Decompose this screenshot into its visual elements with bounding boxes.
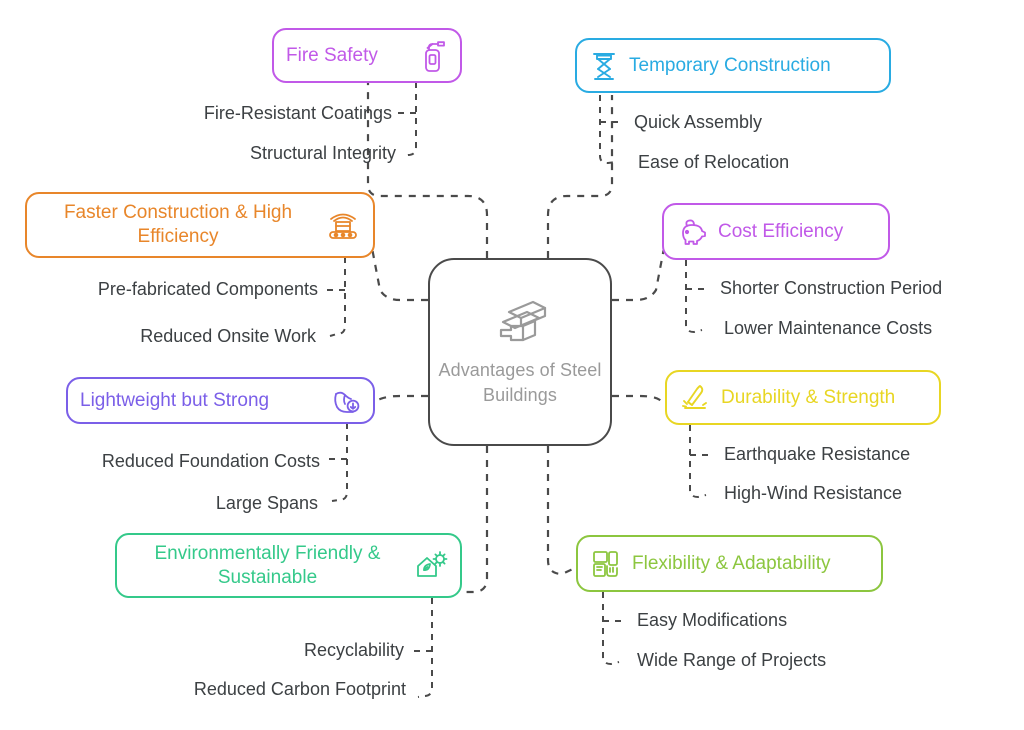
sub-item: Reduced Onsite Work bbox=[140, 326, 316, 346]
sub-item: Wide Range of Projects bbox=[637, 650, 827, 670]
branch-lightweight-but-strong-label: Lightweight but Strong bbox=[80, 389, 270, 411]
sub-item: Structural Integrity bbox=[249, 143, 396, 163]
center-node[interactable]: Advantages of Steel Buildings bbox=[428, 258, 612, 446]
branch-environmentally-friendly[interactable]: Environmentally Friendly & Sustainable bbox=[115, 533, 462, 598]
center-label: Advantages of Steel Buildings bbox=[438, 360, 602, 405]
branch-temporary-construction-label: Temporary Construction bbox=[629, 54, 831, 76]
eco-house-leaf-icon bbox=[414, 549, 448, 583]
scissor-lift-icon bbox=[589, 49, 619, 83]
branch-durability-strength[interactable]: Durability & Strength bbox=[665, 370, 941, 425]
sub-item: Shorter Construction Period bbox=[720, 278, 943, 298]
mindmap-canvas: Advantages of Steel Buildings Fire Safet… bbox=[0, 0, 1024, 730]
sub-item: Fire-Resistant Coatings bbox=[203, 103, 392, 123]
branch-environmentally-friendly-label: Environmentally Friendly & Sustainable bbox=[154, 542, 381, 588]
branch-durability-strength-label: Durability & Strength bbox=[721, 386, 896, 408]
branch-flexibility-adaptability[interactable]: Flexibility & Adaptability bbox=[576, 535, 883, 592]
piggy-bank-icon bbox=[676, 217, 708, 247]
branch-fire-safety[interactable]: Fire Safety bbox=[272, 28, 462, 83]
sub-item: Easy Modifications bbox=[637, 610, 788, 630]
branch-faster-construction-label: Faster Construction & High Efficiency bbox=[63, 202, 293, 247]
fire-extinguisher-icon bbox=[418, 39, 448, 73]
branch-faster-construction[interactable]: Faster Construction & High Efficiency bbox=[25, 192, 375, 258]
branch-lightweight-but-strong[interactable]: Lightweight but Strong bbox=[66, 377, 375, 424]
sub-item: Lower Maintenance Costs bbox=[724, 318, 933, 338]
branch-fire-safety-label: Fire Safety bbox=[286, 44, 378, 66]
sub-item: Pre-fabricated Components bbox=[97, 279, 318, 299]
flexed-bicep-icon bbox=[329, 386, 361, 416]
branch-temporary-construction[interactable]: Temporary Construction bbox=[575, 38, 891, 93]
sub-item: Large Spans bbox=[215, 493, 318, 513]
branch-cost-efficiency-label: Cost Efficiency bbox=[718, 220, 844, 242]
sub-item: Reduced Foundation Costs bbox=[101, 451, 320, 471]
branch-cost-efficiency[interactable]: Cost Efficiency bbox=[662, 203, 890, 260]
conveyor-factory-icon bbox=[325, 208, 361, 242]
sub-item: Ease of Relocation bbox=[638, 152, 790, 172]
sub-item: Quick Assembly bbox=[634, 112, 763, 132]
sub-item: Earthquake Resistance bbox=[724, 444, 911, 464]
sub-item: Reduced Carbon Footprint bbox=[193, 679, 406, 699]
chisel-hardness-icon bbox=[679, 382, 711, 414]
steel-beams-icon bbox=[489, 296, 551, 352]
sub-item: Recyclability bbox=[303, 640, 404, 660]
sub-item: High-Wind Resistance bbox=[724, 483, 903, 503]
branch-flexibility-adaptability-label: Flexibility & Adaptability bbox=[632, 552, 831, 574]
adaptable-devices-icon bbox=[590, 548, 622, 580]
